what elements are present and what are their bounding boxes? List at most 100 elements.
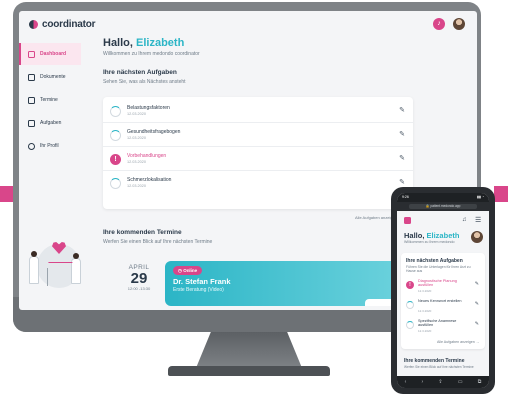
url-field[interactable]: 🔒 patient.medondo.app xyxy=(409,204,477,209)
edit-icon[interactable]: ✎ xyxy=(399,106,405,114)
edit-icon[interactable]: ✎ xyxy=(399,154,405,162)
sidebar-item-appointments[interactable]: Termine xyxy=(19,89,81,111)
mobile-tasks-title: Ihre nächsten Aufgaben xyxy=(406,258,463,264)
mobile-task-date: 12.3.2020 xyxy=(418,309,432,313)
doctor-figure-left xyxy=(29,256,39,284)
mobile-task-name: Diagnostische Planung ausfüllen xyxy=(418,279,457,288)
progress-ring-icon xyxy=(406,321,414,329)
list-item[interactable]: Spezifische Anamnese ausfüllen 12.3.2020… xyxy=(405,318,481,335)
task-date: 12.03.2020 xyxy=(127,160,147,164)
back-icon[interactable]: ‹ xyxy=(405,379,407,385)
progress-ring-icon xyxy=(406,301,414,309)
mobile-task-date: 12.3.2020 xyxy=(418,329,432,333)
list-item[interactable]: Neues Kennwort erstellen 12.3.2020 ✎ xyxy=(405,298,481,315)
greeting-name: Elizabeth xyxy=(136,37,185,49)
avatar[interactable] xyxy=(471,231,483,243)
online-badge-label: Online xyxy=(183,267,198,273)
monitor-stand-foot xyxy=(168,366,330,376)
tabs-icon[interactable]: ⧉ xyxy=(478,379,482,385)
online-badge: ◷ Online xyxy=(173,266,203,275)
task-name: Belastungsfaktoren xyxy=(127,105,170,111)
mobile-app-screen: 9:26 ▮▮ ◔ 🔒 patient.medondo.app ♫ ☰ Hall… xyxy=(397,193,489,388)
logo-mark-icon xyxy=(29,20,38,29)
tasks-card: Belastungsfaktoren 12.03.2020 ✎ Gesundhe… xyxy=(103,97,413,209)
edit-icon[interactable]: ✎ xyxy=(475,281,479,287)
edit-icon[interactable]: ✎ xyxy=(399,178,405,186)
brand-logo[interactable]: coordinator xyxy=(29,19,96,30)
task-row[interactable]: Schmerzlokalisation 12.03.2020 ✎ xyxy=(103,171,413,195)
user-icon xyxy=(28,142,35,150)
decorative-band-right xyxy=(494,186,508,202)
appointment-card[interactable]: ◷ Online Dr. Stefan Frank Erste Beratung… xyxy=(165,261,415,306)
sidebar-item-label: Aufgaben xyxy=(40,120,62,126)
browser-url-bar: 🔒 patient.medondo.app xyxy=(397,202,489,211)
task-row[interactable]: Gesundheitsfragebogen 12.03.2020 ✎ xyxy=(103,123,413,147)
task-row[interactable]: Belastungsfaktoren 12.03.2020 ✎ xyxy=(103,99,413,123)
doctors-illustration xyxy=(27,238,87,293)
doctor-head-right xyxy=(73,253,79,259)
document-icon xyxy=(28,73,35,81)
edit-icon[interactable]: ✎ xyxy=(475,321,479,327)
progress-ring-icon xyxy=(110,106,121,117)
mobile-task-name: Spezifische Anamnese ausfüllen xyxy=(418,319,457,328)
mobile-all-tasks-label: Alle Aufgaben anzeigen xyxy=(437,340,475,344)
sidebar-item-label: Dashboard xyxy=(40,51,67,57)
sidebar-item-label: Ihr Profil xyxy=(40,143,59,149)
mobile-page-title: Hallo, Elizabeth xyxy=(404,231,459,240)
phone-clock: 9:26 xyxy=(402,195,409,199)
url-text: patient.medondo.app xyxy=(430,204,461,208)
task-date: 12.03.2020 xyxy=(127,136,147,140)
progress-ring-icon xyxy=(110,130,121,141)
appointments-subtitle: Werfen Sie einen Blick auf Ihre nächsten… xyxy=(103,239,213,245)
brand-name: coordinator xyxy=(42,19,96,30)
mobile-appointments-subtitle: Werfen Sie einen Blick auf Ihre nächsten… xyxy=(404,365,474,369)
dashboard-icon xyxy=(28,50,35,58)
bookmarks-icon[interactable]: ▭ xyxy=(458,379,463,385)
edit-icon[interactable]: ✎ xyxy=(475,301,479,307)
task-row[interactable]: ! Vorbehandlungen 12.03.2020 ✎ xyxy=(103,147,413,171)
mobile-welcome-text: Willkommen zu Ihrem medondo xyxy=(404,240,455,244)
task-name: Gesundheitsfragebogen xyxy=(127,129,181,135)
checklist-icon xyxy=(28,119,35,127)
task-name: Vorbehandlungen xyxy=(127,153,167,159)
forward-icon[interactable]: › xyxy=(422,379,424,385)
appointments-title: Ihre kommenden Termine xyxy=(103,229,182,236)
sidebar: Dashboard Dokumente Termine Aufgaben Ihr… xyxy=(19,43,81,158)
task-date: 12.03.2020 xyxy=(127,112,147,116)
sidebar-item-dashboard[interactable]: Dashboard xyxy=(19,43,81,65)
greeting-hello: Hallo, xyxy=(103,37,133,49)
appointment-type: Erste Beratung (Video) xyxy=(173,287,224,293)
appointment-time: 12:00 -13:30 xyxy=(127,286,151,291)
sidebar-item-label: Dokumente xyxy=(40,74,66,80)
mobile-all-tasks-link[interactable]: Alle Aufgaben anzeigen → xyxy=(437,340,479,344)
sidebar-item-label: Termine xyxy=(40,97,58,103)
mobile-task-name: Neues Kennwort erstellen xyxy=(418,299,462,303)
mobile-tasks-subtitle: Führen Sie die Unterlagen für Ihren Arzt… xyxy=(406,265,471,273)
hamburger-menu-icon[interactable]: ☰ xyxy=(475,216,481,224)
list-item[interactable]: ! Diagnostische Planung ausfüllen 12.3.2… xyxy=(405,278,481,295)
signal-icon: ▮▮ ◔ xyxy=(477,195,484,199)
sidebar-item-documents[interactable]: Dokumente xyxy=(19,66,81,88)
edit-icon[interactable]: ✎ xyxy=(399,130,405,138)
task-name: Schmerzlokalisation xyxy=(127,177,172,183)
bell-icon[interactable]: ♫ xyxy=(462,217,467,223)
tasks-title: Ihre nächsten Aufgaben xyxy=(103,69,177,76)
pulse-line-icon xyxy=(45,262,73,268)
sidebar-item-tasks[interactable]: Aufgaben xyxy=(19,112,81,134)
phone-status-bar: 9:26 ▮▮ ◔ xyxy=(397,193,489,202)
sidebar-item-profile[interactable]: Ihr Profil xyxy=(19,135,81,157)
welcome-text: Willkommen zu Ihrem medondo coordinator xyxy=(103,51,200,57)
appointment-date: APRIL 29 12:00 -13:30 xyxy=(121,264,157,291)
mobile-greeting-hello: Hallo, xyxy=(404,231,425,240)
appointment-doctor: Dr. Stefan Frank xyxy=(173,277,231,286)
progress-ring-icon xyxy=(110,178,121,189)
page-title: Hallo, Elizabeth xyxy=(103,37,184,49)
mobile-task-date: 12.3.2020 xyxy=(418,289,432,293)
phone-nav-bar: ‹ › ⇪ ▭ ⧉ xyxy=(397,376,489,388)
mobile-appointments-title: Ihre kommenden Termine xyxy=(404,358,465,364)
mobile-logo-icon[interactable] xyxy=(404,217,411,224)
alert-icon: ! xyxy=(110,154,121,165)
alert-icon: ! xyxy=(406,281,414,289)
mobile-greeting-name: Elizabeth xyxy=(426,231,460,240)
share-icon[interactable]: ⇪ xyxy=(438,379,442,385)
